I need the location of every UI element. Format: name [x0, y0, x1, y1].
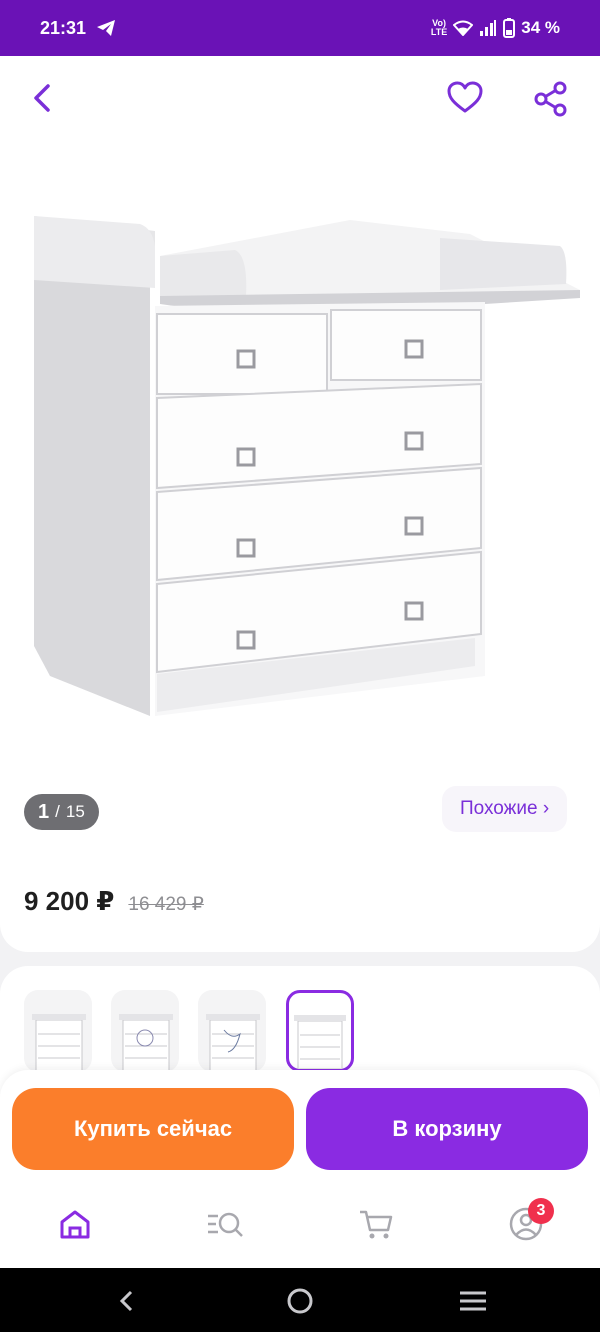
gallery-separator: /	[55, 802, 60, 821]
catalog-search-icon[interactable]	[205, 1204, 245, 1244]
chevron-left-icon[interactable]	[26, 78, 60, 118]
battery-icon	[503, 18, 516, 38]
price-block: 9 200 ₽ 16 429 ₽	[24, 886, 204, 917]
system-menu-icon[interactable]	[456, 1284, 490, 1318]
gallery-current: 1	[38, 800, 50, 823]
bottom-nav: 3	[0, 1182, 600, 1268]
cart-icon[interactable]	[356, 1204, 396, 1244]
variant-thumb[interactable]	[198, 990, 266, 1072]
variant-thumb[interactable]	[24, 990, 92, 1072]
variant-thumb[interactable]	[111, 990, 179, 1072]
home-icon[interactable]	[55, 1204, 95, 1244]
telegram-icon	[97, 20, 116, 36]
heart-icon[interactable]	[446, 80, 484, 116]
price-old: 16 429 ₽	[128, 894, 204, 915]
product-topbar	[0, 56, 600, 142]
profile-badge: 3	[528, 1198, 554, 1224]
buy-now-button[interactable]: Купить сейчас	[12, 1088, 294, 1170]
product-photo[interactable]	[20, 206, 590, 766]
wifi-icon	[453, 20, 474, 36]
status-bar: 21:31 Vo) LTE 34 %	[0, 0, 600, 56]
variant-thumb-selected[interactable]	[286, 990, 354, 1072]
status-icons: Vo) LTE 34 %	[431, 18, 560, 38]
gallery-total: 15	[65, 802, 85, 821]
system-nav-bar	[0, 1268, 600, 1332]
similar-button[interactable]: Похожие ›	[442, 786, 568, 832]
signal-icon	[480, 20, 497, 36]
price-current: 9 200 ₽	[24, 886, 115, 916]
gallery-counter: 1 / 15	[24, 794, 99, 830]
system-back-icon[interactable]	[110, 1284, 144, 1318]
battery-percent: 34 %	[521, 18, 560, 37]
product-card: 1 / 15 Похожие › 9 200 ₽ 16 429 ₽	[0, 56, 600, 952]
system-home-icon[interactable]	[283, 1284, 317, 1318]
add-to-cart-button[interactable]: В корзину	[306, 1088, 588, 1170]
action-bar: Купить сейчас В корзину	[0, 1070, 600, 1182]
status-time: 21:31	[40, 17, 87, 38]
share-icon[interactable]	[532, 80, 570, 118]
volte-icon: Vo) LTE	[430, 18, 448, 37]
